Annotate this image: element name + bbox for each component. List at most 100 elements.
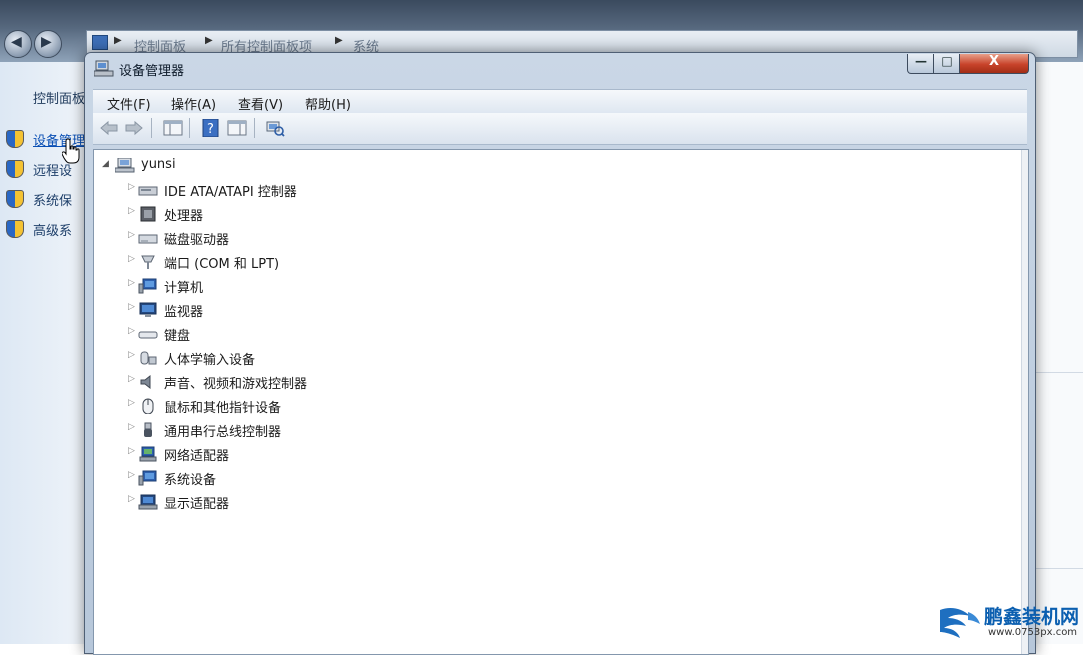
- keyboard-icon: [138, 331, 158, 339]
- network-adapter-icon: [139, 446, 157, 462]
- expand-arrow-icon[interactable]: ▷: [128, 278, 135, 288]
- watermark-brand: 鹏鑫装机网: [984, 606, 1080, 628]
- collapse-arrow-icon[interactable]: ◢: [102, 159, 109, 169]
- tree-item-label: 网络适配器: [164, 449, 230, 464]
- expand-arrow-icon[interactable]: ▷: [128, 470, 135, 480]
- divider: [1034, 372, 1083, 373]
- menu-bar: 文件(F) 操作(A) 查看(V) 帮助(H): [93, 89, 1027, 113]
- window-titlebar[interactable]: 设备管理器 — □ X: [85, 53, 1035, 85]
- scan-hardware-icon[interactable]: [265, 119, 285, 137]
- maximize-icon: □: [941, 54, 953, 68]
- nav-buttons: ◀ ▶: [4, 28, 80, 62]
- show-hide-console-tree-icon[interactable]: [163, 119, 183, 137]
- expand-arrow-icon[interactable]: ▷: [128, 254, 135, 264]
- tree-item[interactable]: ▷ 网络适配器: [128, 444, 528, 464]
- tree-item[interactable]: ▷ 通用串行总线控制器: [128, 420, 528, 440]
- sidebar-item-label: 高级系: [33, 224, 73, 239]
- computer-icon: [115, 158, 135, 173]
- watermark-logo-icon: [940, 608, 980, 638]
- tree-item-label: 键盘: [164, 329, 191, 344]
- close-icon: X: [988, 54, 1000, 69]
- tree-item[interactable]: ▷ 磁盘驱动器: [128, 228, 528, 248]
- monitor-icon: [139, 302, 157, 317]
- tree-item-label: 计算机: [164, 281, 204, 296]
- tree-item-label: 通用串行总线控制器: [164, 425, 282, 440]
- tree-item-label: 磁盘驱动器: [164, 233, 230, 248]
- back-nav-button[interactable]: ◀: [4, 30, 32, 58]
- tree-item-label: 声音、视频和游戏控制器: [164, 377, 308, 392]
- shield-icon: [6, 220, 24, 238]
- expand-arrow-icon[interactable]: ▷: [128, 374, 135, 384]
- tree-item[interactable]: ▷ 系统设备: [128, 468, 528, 488]
- tree-item-label: 显示适配器: [164, 497, 230, 512]
- expand-arrow-icon[interactable]: ▷: [128, 182, 135, 192]
- control-panel-content-edge: [1034, 62, 1083, 644]
- menu-file[interactable]: 文件(F): [107, 94, 151, 113]
- expand-arrow-icon[interactable]: ▷: [128, 350, 135, 360]
- computer-icon: [138, 278, 157, 294]
- hid-icon: [140, 351, 157, 365]
- forward-icon[interactable]: [124, 119, 144, 137]
- vertical-scrollbar[interactable]: [1021, 150, 1028, 654]
- expand-arrow-icon[interactable]: ▷: [128, 302, 135, 312]
- processor-icon: [140, 206, 156, 222]
- device-manager-window: 设备管理器 — □ X 文件(F) 操作(A) 查看(V) 帮助(H) ? ◢ …: [84, 52, 1036, 655]
- expand-arrow-icon[interactable]: ▷: [128, 398, 135, 408]
- shield-icon: [6, 130, 24, 148]
- menu-action[interactable]: 操作(A): [171, 94, 216, 113]
- tree-item[interactable]: ▷ 显示适配器: [128, 492, 528, 512]
- menu-view[interactable]: 查看(V): [238, 94, 283, 113]
- close-button[interactable]: X: [959, 54, 1029, 74]
- breadcrumb-separator-icon: ▶: [114, 35, 122, 46]
- properties-pane-icon[interactable]: [227, 119, 247, 137]
- display-adapter-icon: [138, 494, 158, 510]
- help-icon[interactable]: ?: [201, 119, 221, 137]
- tree-item[interactable]: ▷ 计算机: [128, 276, 528, 296]
- ide-controller-icon: [138, 186, 158, 196]
- hand-cursor-icon: [62, 138, 80, 164]
- divider: [1034, 568, 1083, 569]
- menu-help[interactable]: 帮助(H): [305, 94, 351, 113]
- device-manager-icon: [94, 60, 114, 77]
- tree-item[interactable]: ▷ 键盘: [128, 324, 528, 344]
- toolbar-separator: [151, 118, 152, 138]
- tree-item[interactable]: ▷ 声音、视频和游戏控制器: [128, 372, 528, 392]
- tree-item-label: 处理器: [164, 209, 204, 224]
- tree-item[interactable]: ▷ 人体学输入设备: [128, 348, 528, 368]
- breadcrumb-separator-icon: ▶: [335, 35, 343, 46]
- expand-arrow-icon[interactable]: ▷: [128, 326, 135, 336]
- back-icon[interactable]: [99, 119, 119, 137]
- system-device-icon: [138, 470, 157, 486]
- tree-item-label: 系统设备: [164, 473, 217, 488]
- svg-text:?: ?: [207, 122, 214, 137]
- toolbar: ?: [93, 113, 1027, 145]
- expand-arrow-icon[interactable]: ▷: [128, 230, 135, 240]
- watermark-url: www.0753px.com: [988, 627, 1078, 638]
- tree-item[interactable]: ▷ 鼠标和其他指针设备: [128, 396, 528, 416]
- expand-arrow-icon[interactable]: ▷: [128, 446, 135, 456]
- tree-item-label: 人体学输入设备: [164, 353, 256, 368]
- toolbar-separator: [189, 118, 190, 138]
- speaker-icon: [140, 374, 151, 390]
- window-title: 设备管理器: [119, 64, 185, 79]
- tree-item[interactable]: ▷ IDE ATA/ATAPI 控制器: [128, 180, 528, 200]
- shield-icon: [6, 190, 24, 208]
- expand-arrow-icon[interactable]: ▷: [128, 206, 135, 216]
- tree-item[interactable]: ▷ 端口 (COM 和 LPT): [128, 252, 528, 272]
- expand-arrow-icon[interactable]: ▷: [128, 494, 135, 504]
- expand-arrow-icon[interactable]: ▷: [128, 422, 135, 432]
- control-panel-icon: [92, 35, 108, 50]
- minimize-button[interactable]: —: [907, 54, 935, 74]
- maximize-button[interactable]: □: [933, 54, 961, 74]
- tree-item[interactable]: ▷ 处理器: [128, 204, 528, 224]
- forward-nav-button[interactable]: ▶: [34, 30, 62, 58]
- shield-icon: [6, 160, 24, 178]
- tree-item-label: 端口 (COM 和 LPT): [164, 257, 280, 272]
- forward-arrow-icon: ▶: [41, 34, 52, 50]
- tree-item-label: IDE ATA/ATAPI 控制器: [164, 185, 297, 200]
- tree-item-label: 鼠标和其他指针设备: [164, 401, 282, 416]
- usb-icon: [144, 422, 152, 437]
- sidebar-title[interactable]: 控制面板: [33, 88, 85, 107]
- back-arrow-icon: ◀: [11, 34, 22, 50]
- tree-item[interactable]: ▷ 监视器: [128, 300, 528, 320]
